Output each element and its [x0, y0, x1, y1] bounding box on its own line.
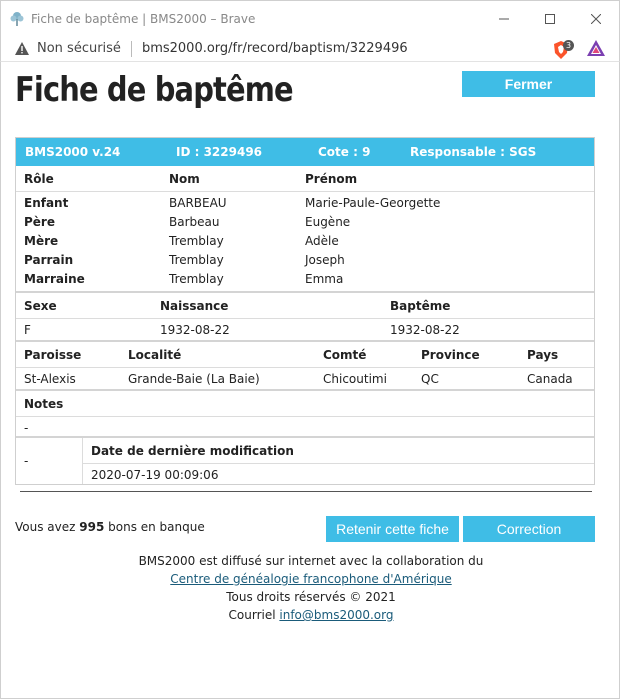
page-content: Fiche de baptême Fermer BMS2000 v.24 ID … [0, 62, 620, 699]
header-role: Rôle [24, 172, 54, 186]
minimize-icon[interactable] [481, 1, 527, 37]
keep-record-button[interactable]: Retenir cette fiche [326, 516, 459, 542]
page-title: Fiche de baptême [15, 70, 294, 110]
record-id: ID : 3229496 [176, 145, 263, 159]
modification-section: - Date de dernière modification 2020-07-… [16, 436, 594, 484]
warning-icon[interactable] [15, 42, 29, 56]
person-prenom: Emma [305, 272, 344, 286]
modification-date: 2020-07-19 00:09:06 [91, 468, 219, 482]
header-localite: Localité [128, 348, 182, 362]
person-nom: BARBEAU [169, 196, 227, 210]
person-nom: Tremblay [169, 234, 224, 248]
person-prenom: Marie-Paule-Georgette [305, 196, 441, 210]
bank-balance: Vous avez 995 bons en banque [15, 520, 205, 534]
header-pays: Pays [527, 348, 559, 362]
header-comte: Comté [323, 348, 367, 362]
person-prenom: Eugène [305, 215, 351, 229]
person-role: Mère [24, 234, 59, 248]
event-sexe: F [24, 323, 31, 337]
person-nom: Barbeau [169, 215, 220, 229]
notes-section: Notes - [16, 389, 594, 436]
bank-suffix: bons en banque [104, 520, 205, 534]
header-paroisse: Paroisse [24, 348, 82, 362]
header-sexe: Sexe [24, 299, 57, 313]
modification-header-row: Date de dernière modification [83, 438, 594, 464]
place-comte: Chicoutimi [323, 372, 387, 386]
person-role: Enfant [24, 196, 69, 210]
insecure-label[interactable]: Non sécurisé [37, 41, 121, 56]
header-province: Province [421, 348, 480, 362]
divider-line [20, 491, 592, 492]
notes-value: - [24, 421, 29, 435]
brave-shield-icon[interactable]: 3 [553, 39, 575, 59]
header-nom: Nom [169, 172, 200, 186]
window-titlebar: Fiche de baptême | BMS2000 – Brave [0, 0, 620, 36]
close-window-icon[interactable] [573, 1, 619, 37]
place-localite: Grande-Baie (La Baie) [128, 372, 260, 386]
courriel-label: Courriel [228, 608, 280, 622]
shield-count-badge: 3 [563, 39, 575, 51]
header-modification: Date de dernière modification [91, 444, 294, 458]
person-row-marraine: Marraine Tremblay Emma [16, 268, 594, 287]
people-section: Rôle Nom Prénom Enfant BARBEAU Marie-Pau… [16, 166, 594, 291]
address-separator [130, 40, 132, 57]
header-prenom: Prénom [305, 172, 358, 186]
place-paroisse: St-Alexis [24, 372, 76, 386]
event-naissance: 1932-08-22 [160, 323, 230, 337]
place-province: QC [421, 372, 439, 386]
person-row-parrain: Parrain Tremblay Joseph [16, 249, 594, 268]
cgfa-link[interactable]: Centre de généalogie francophone d'Améri… [170, 572, 451, 586]
record-responsable: Responsable : SGS [410, 145, 537, 159]
person-row-mere: Mère Tremblay Adèle [16, 230, 594, 249]
event-bapteme: 1932-08-22 [390, 323, 460, 337]
notes-row: - [16, 417, 594, 436]
record-header: BMS2000 v.24 ID : 3229496 Cote : 9 Respo… [16, 138, 594, 166]
person-role: Père [24, 215, 55, 229]
header-notes: Notes [24, 397, 64, 411]
place-pays: Canada [527, 372, 573, 386]
footer-line1: BMS2000 est diffusé sur internet avec la… [138, 554, 484, 568]
bank-count: 995 [79, 520, 105, 534]
header-bapteme: Baptême [390, 299, 451, 313]
footer-copyright: Tous droits réservés © 2021 [226, 590, 396, 604]
person-prenom: Adèle [305, 234, 339, 248]
correction-button[interactable]: Correction [463, 516, 595, 542]
brave-rewards-icon[interactable] [587, 40, 605, 59]
modification-left-cell: - [16, 438, 83, 484]
person-nom: Tremblay [169, 253, 224, 267]
baptism-record: BMS2000 v.24 ID : 3229496 Cote : 9 Respo… [15, 137, 595, 485]
maximize-icon[interactable] [527, 1, 573, 37]
record-cote: Cote : 9 [318, 145, 371, 159]
header-naissance: Naissance [160, 299, 229, 313]
people-header-row: Rôle Nom Prénom [16, 166, 594, 192]
address-bar[interactable]: Non sécurisé bms2000.org/fr/record/bapti… [0, 36, 620, 62]
person-role: Parrain [24, 253, 74, 267]
tree-icon [9, 11, 25, 27]
event-row: F 1932-08-22 1932-08-22 [16, 319, 594, 340]
person-nom: Tremblay [169, 272, 224, 286]
notes-header-row: Notes [16, 391, 594, 417]
event-section: Sexe Naissance Baptême F 1932-08-22 1932… [16, 291, 594, 340]
footer: BMS2000 est diffusé sur internet avec la… [1, 552, 620, 624]
place-row: St-Alexis Grande-Baie (La Baie) Chicouti… [16, 368, 594, 389]
place-header-row: Paroisse Localité Comté Province Pays [16, 342, 594, 368]
event-header-row: Sexe Naissance Baptême [16, 293, 594, 319]
person-row-enfant: Enfant BARBEAU Marie-Paule-Georgette [16, 192, 594, 211]
close-button[interactable]: Fermer [462, 71, 595, 97]
person-prenom: Joseph [305, 253, 345, 267]
window-title: Fiche de baptême | BMS2000 – Brave [31, 11, 256, 26]
modification-left-value: - [24, 454, 29, 468]
person-role: Marraine [24, 272, 85, 286]
bank-prefix: Vous avez [15, 520, 80, 534]
email-link[interactable]: info@bms2000.org [279, 608, 393, 622]
modification-row: 2020-07-19 00:09:06 [83, 464, 594, 483]
place-section: Paroisse Localité Comté Province Pays St… [16, 340, 594, 389]
modification-right-cell: Date de dernière modification 2020-07-19… [83, 438, 594, 484]
record-version: BMS2000 v.24 [25, 145, 121, 159]
person-row-pere: Père Barbeau Eugène [16, 211, 594, 230]
url-text[interactable]: bms2000.org/fr/record/baptism/3229496 [142, 41, 408, 56]
